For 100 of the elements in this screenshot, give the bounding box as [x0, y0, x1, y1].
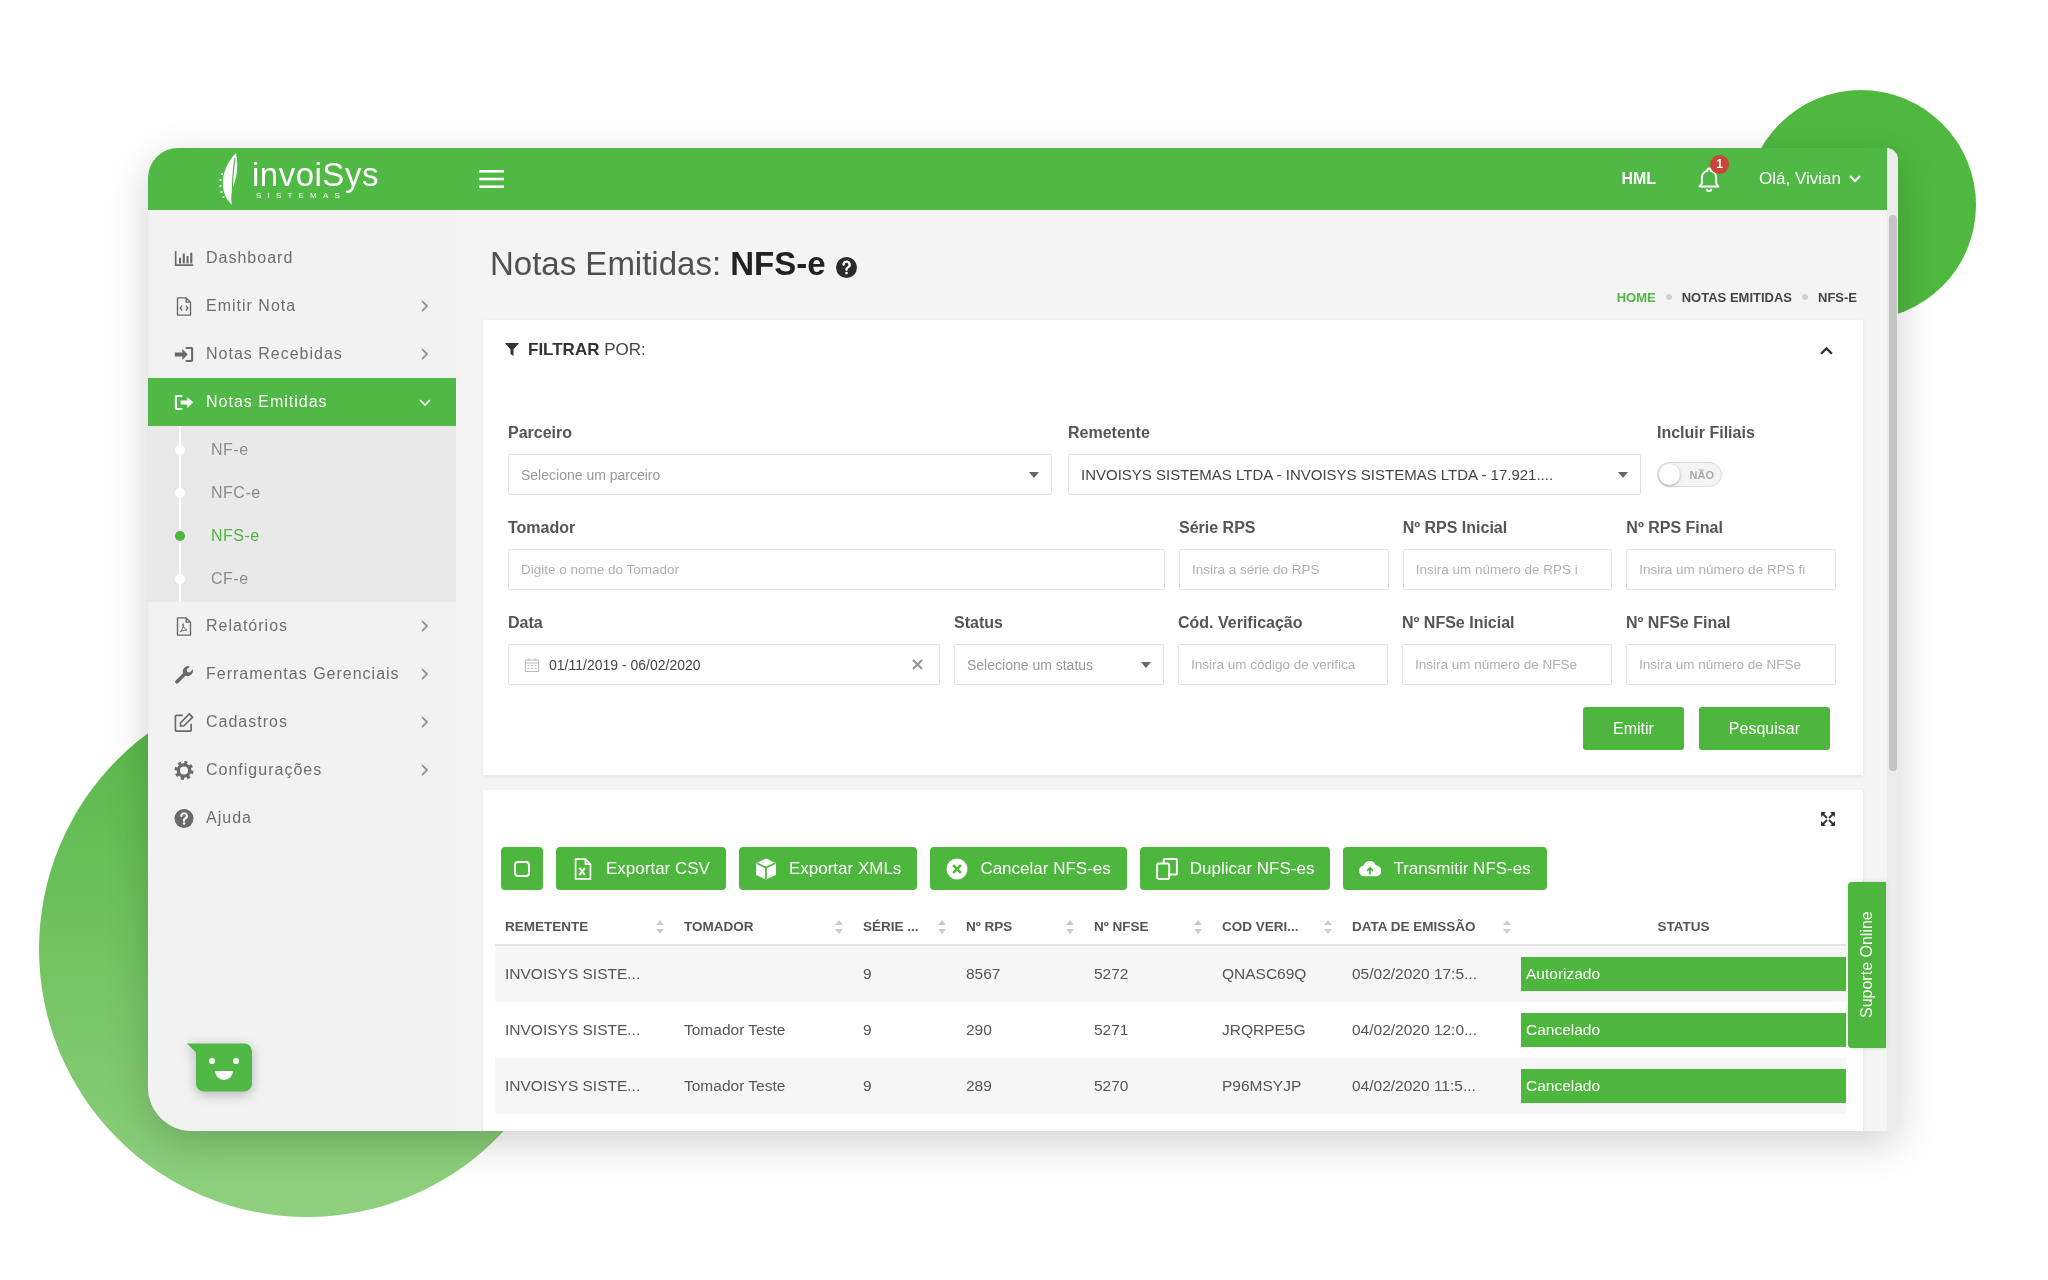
support-tab[interactable]: Suporte Online	[1848, 882, 1886, 1048]
input-field[interactable]: Digite o nome do Tomador	[508, 549, 1165, 590]
clear-icon[interactable]	[912, 659, 923, 670]
sidebar-item[interactable]: Ajuda	[148, 794, 456, 842]
table-cell: 290	[956, 1002, 1084, 1058]
filter-icon	[505, 343, 519, 357]
sidebar-item[interactable]: Ferramentas Gerenciais	[148, 650, 456, 698]
sign-in-icon	[174, 344, 194, 364]
input-field[interactable]: Insira um número de NFSe	[1626, 644, 1836, 685]
input-field[interactable]: Insira a série do RPS	[1179, 549, 1389, 590]
help-icon	[174, 808, 194, 828]
field-label: Tomador	[508, 518, 577, 538]
submenu-item[interactable]: NF-e	[148, 428, 456, 471]
logo-wordmark: invoiSys	[252, 158, 379, 191]
sidebar-item[interactable]: Emitir Nota	[148, 282, 456, 330]
table-cell: INVOISYS SISTE...	[495, 945, 674, 1002]
table-cell: JRQRPE5G	[1212, 1002, 1342, 1058]
submenu-item[interactable]: NFS-e	[148, 514, 456, 557]
table-cell: 8567	[956, 945, 1084, 1002]
sidebar-item[interactable]: Relatórios	[148, 602, 456, 650]
select-all-button[interactable]	[501, 847, 543, 890]
field-label: Status	[954, 613, 1004, 633]
sidebar-item[interactable]: Cadastros	[148, 698, 456, 746]
table-cell: 5272	[1084, 945, 1212, 1002]
caret-down-icon	[1029, 471, 1039, 478]
input-field[interactable]: Insira um número de NFSe	[1402, 644, 1612, 685]
document-icon	[174, 616, 194, 636]
action-button[interactable]: Emitir	[1582, 707, 1684, 750]
help-icon[interactable]	[835, 256, 857, 278]
toolbar-button[interactable]: Exportar XMLs	[738, 847, 918, 890]
breadcrumb-item: NOTAS EMITIDAS	[1681, 289, 1792, 305]
status-tag: Cancelado	[1521, 1013, 1846, 1047]
toggle-switch[interactable]: NÃO	[1657, 462, 1722, 487]
gear-icon	[174, 760, 194, 780]
page-title: Notas Emitidas: NFS-e	[490, 245, 826, 283]
close-circle-icon	[946, 857, 969, 880]
logo-tagline: SISTEMAS	[256, 190, 347, 200]
toggle-knob	[1659, 464, 1680, 485]
dropdown-field[interactable]: INVOISYS SISTEMAS LTDA - INVOISYS SISTEMAS LTDA - 17.921....	[1068, 454, 1641, 495]
breadcrumb-link[interactable]: HOME	[1616, 289, 1656, 305]
filter-title: FILTRAR POR:	[528, 340, 647, 360]
wrench-icon	[174, 664, 194, 684]
separator-dot-icon	[1665, 294, 1672, 300]
table-cell: 289	[956, 1058, 1084, 1114]
chevron-down-icon	[1849, 175, 1861, 183]
action-button[interactable]: Pesquisar	[1698, 707, 1830, 750]
field-label: Cód. Verificação	[1178, 613, 1304, 633]
status-tag: Cancelado	[1521, 1069, 1846, 1103]
calendar-icon	[525, 657, 539, 672]
input-field[interactable]: Insira um número de RPS fi	[1626, 549, 1836, 590]
code-file-icon	[174, 296, 194, 316]
field-label: Nº RPS Final	[1626, 518, 1724, 538]
chat-bot-icon[interactable]	[187, 1043, 253, 1092]
table-cell: 9	[853, 945, 956, 1002]
sidebar-item[interactable]: Notas Emitidas	[148, 378, 456, 426]
field-label: Série RPS	[1179, 518, 1257, 538]
table-cell: 05/02/2020 17:5...	[1342, 945, 1521, 1002]
caret-down-icon	[1618, 471, 1628, 478]
sidebar-item[interactable]: Configurações	[148, 746, 456, 794]
toolbar-button[interactable]: Transmitir NFS-es	[1343, 847, 1547, 890]
dropdown-field[interactable]: Selecione um status	[954, 644, 1164, 685]
field-label: Nº NFSe Final	[1626, 613, 1732, 633]
toolbar-button[interactable]: Duplicar NFS-es	[1139, 847, 1331, 890]
dot-icon	[175, 530, 185, 541]
toolbar-button[interactable]: Exportar CSV	[556, 847, 726, 890]
toolbar-button[interactable]: Cancelar NFS-es	[930, 847, 1127, 890]
table-cell: 04/02/2020 12:0...	[1342, 1002, 1521, 1058]
status-tag: Autorizado	[1521, 957, 1846, 991]
chevron-up-icon[interactable]	[1820, 345, 1833, 355]
table-cell: Tomador Teste	[674, 1002, 853, 1058]
submenu-item[interactable]: CF-e	[148, 557, 456, 600]
user-menu[interactable]: Olá, Vivian	[1759, 169, 1861, 189]
caret-down-icon	[1141, 661, 1151, 668]
input-field[interactable]: Insira um número de RPS i	[1402, 549, 1613, 590]
table-cell: 04/02/2020 11:5...	[1342, 1058, 1521, 1114]
table-cell: 5271	[1084, 1002, 1212, 1058]
table-cell: INVOISYS SISTE...	[495, 1002, 674, 1058]
table-cell: INVOISYS SISTE...	[495, 1058, 674, 1114]
sidebar-item[interactable]: Dashboard	[148, 234, 456, 282]
bell-icon[interactable]	[1698, 166, 1721, 192]
dropdown-field[interactable]: Selecione um parceiro	[508, 454, 1052, 495]
cube-icon	[754, 857, 777, 880]
field-label: Data	[508, 613, 544, 633]
submenu-item[interactable]: NFC-e	[148, 471, 456, 514]
expand-icon[interactable]	[1821, 812, 1835, 826]
input-field[interactable]: Insira um código de verifica	[1178, 644, 1388, 685]
sign-out-icon	[174, 392, 194, 412]
environment-label: HML	[1621, 170, 1657, 188]
scrollbar-thumb[interactable]	[1889, 215, 1897, 771]
breadcrumb-item: NFS-E	[1818, 289, 1857, 305]
table-cell: 9	[853, 1002, 956, 1058]
table-cell: 9	[853, 1058, 956, 1114]
notification-badge: 1	[1710, 154, 1730, 174]
separator-dot-icon	[1802, 294, 1808, 300]
table-cell: Tomador Teste	[674, 1058, 853, 1114]
date-range-field[interactable]: 01/11/2019 - 06/02/2020	[508, 644, 940, 685]
menu-icon[interactable]	[479, 170, 504, 188]
sidebar-item[interactable]: Notas Recebidas	[148, 330, 456, 378]
edit-icon	[174, 712, 194, 732]
field-label: Incluir Filiais	[1657, 423, 1756, 443]
